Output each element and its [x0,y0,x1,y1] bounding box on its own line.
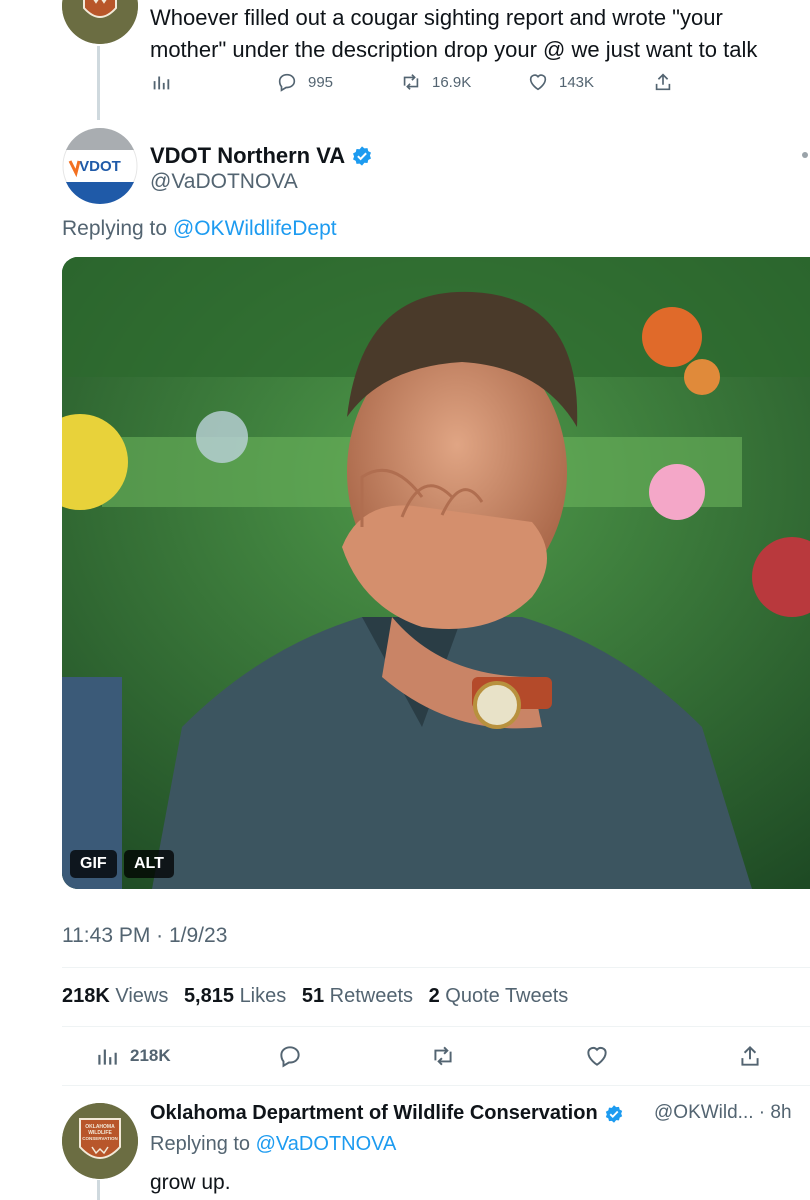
tweet-stats: 218K Views 5,815 Likes 51 Retweets 2 Quo… [62,985,578,1008]
tweet-timestamp[interactable]: 11:43 PM · 1/9/23 [62,924,227,948]
top-reply-count: 995 [308,73,334,91]
reply-replying-prefix: Replying to [150,1133,251,1155]
main-replying-prefix: Replying to [62,217,168,240]
reply-avatar[interactable]: OKLAHOMA WILDLIFE CONSERVATION [62,1103,138,1179]
divider-top [62,967,810,968]
views-stat[interactable]: 218K Views [62,985,168,1007]
share-icon [655,73,671,91]
gif-badge: GIF [70,850,117,878]
reply-replying-line: Replying to @VaDOTNOVA [150,1133,396,1156]
top-tweet-avatar[interactable] [62,0,138,44]
main-reply-button[interactable] [277,1043,303,1069]
reply-handle-time[interactable]: @OKWild... · 8h [654,1102,792,1124]
top-like-button[interactable]: 143K [527,71,594,93]
main-share-button[interactable] [737,1043,763,1069]
main-replying-line: Replying to @OKWildlifeDept [62,217,337,241]
top-like-count: 143K [559,73,595,91]
top-share-button[interactable] [652,71,674,93]
like-icon [529,74,547,91]
reply-replying-mention[interactable]: @VaDOTNOVA [256,1133,397,1155]
thread-line-top [97,46,100,120]
top-retweet-count: 16.9K [432,73,472,91]
okdwc-logo-line3: CONSERVATION [82,1136,118,1141]
tweet-media-gif[interactable] [62,257,810,889]
vdot-logo-text: VDOT [79,158,121,175]
top-tweet-text: Whoever filled out a cougar sighting rep… [150,5,758,62]
retweets-stat[interactable]: 51 Retweets [302,985,413,1007]
main-like-button[interactable] [584,1043,610,1069]
verified-badge-icon [605,1104,622,1123]
views-icon [153,76,170,90]
main-retweet-button[interactable] [430,1043,456,1069]
main-replying-mention[interactable]: @OKWildlifeDept [173,217,337,240]
main-views-button[interactable]: 218K [94,1043,171,1069]
reply-display-name-text: Oklahoma Department of Wildlife Conserva… [150,1102,598,1124]
retweet-icon [403,74,419,90]
top-views-button[interactable] [150,71,172,93]
top-retweet-button[interactable]: 16.9K [400,71,471,93]
gif-frame-image [62,257,810,889]
main-views-count: 218K [130,1046,171,1065]
retweet-icon [434,1046,452,1066]
like-icon [587,1046,607,1066]
more-options-icon[interactable] [802,152,808,158]
thread-line-bottom [97,1180,100,1200]
quotes-stat[interactable]: 2 Quote Tweets [429,985,569,1007]
share-icon [741,1045,759,1066]
reply-tweet-text: grow up. [150,1171,231,1194]
likes-stat[interactable]: 5,815 Likes [184,985,286,1007]
reply-display-name[interactable]: Oklahoma Department of Wildlife Conserva… [150,1102,624,1125]
reply-icon [278,73,296,92]
main-display-name-text: VDOT Northern VA [150,143,346,168]
top-reply-button[interactable]: 995 [276,71,333,93]
vdot-avatar[interactable]: VDOT [62,128,138,204]
divider-bottom [62,1085,810,1086]
divider-middle [62,1026,810,1027]
views-icon [98,1049,117,1065]
main-handle[interactable]: @VaDOTNOVA [150,170,298,194]
alt-badge[interactable]: ALT [124,850,174,878]
reply-icon [280,1046,300,1068]
verified-badge-icon [353,146,372,166]
main-display-name[interactable]: VDOT Northern VA [150,143,373,169]
